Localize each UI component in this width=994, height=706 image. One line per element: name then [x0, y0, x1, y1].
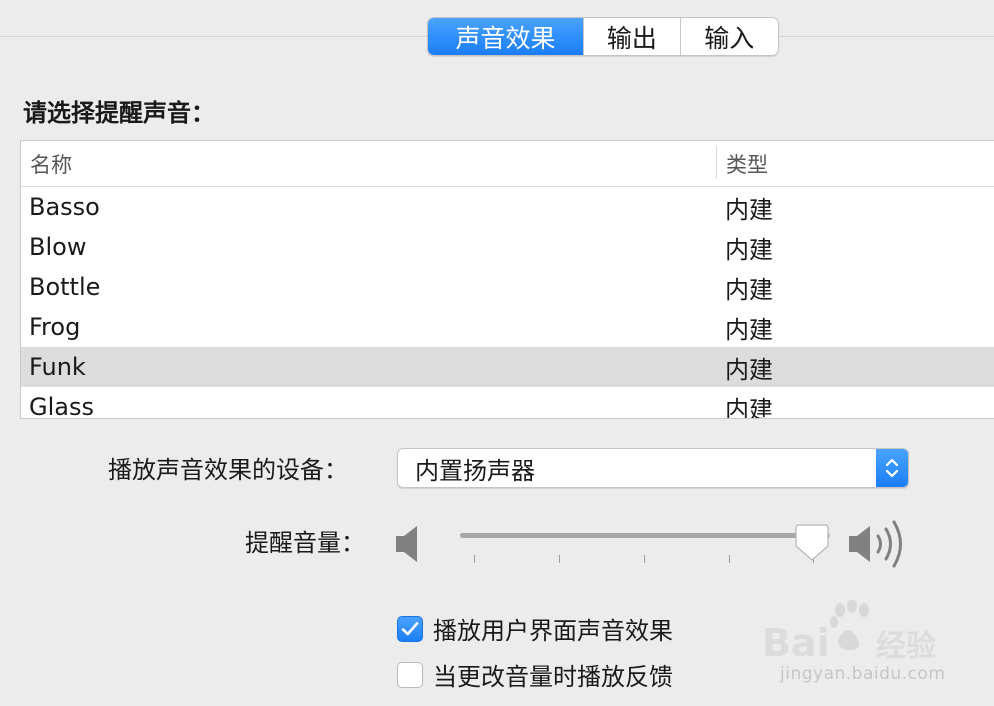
alert-volume-slider[interactable] [460, 520, 830, 568]
svg-text:Bai: Bai [762, 621, 830, 665]
alert-sound-heading: 请选择提醒声音： [23, 99, 215, 127]
table-row-selected[interactable]: Funk 内建 [21, 347, 994, 387]
row-name: Bottle [29, 273, 101, 301]
ui-sound-effects-option[interactable]: 播放用户界面声音效果 [397, 611, 673, 646]
row-type: 内建 [725, 195, 773, 224]
row-name: Glass [29, 393, 94, 419]
ui-sound-effects-label: 播放用户界面声音效果 [433, 617, 673, 645]
row-type: 内建 [725, 355, 773, 384]
slider-tick [644, 555, 645, 563]
table-row[interactable]: Glass 内建 [21, 387, 994, 419]
column-header-name[interactable]: 名称 [30, 141, 72, 186]
slider-tick [559, 555, 560, 563]
output-device-value: 内置扬声器 [415, 456, 535, 485]
tab-input[interactable]: 输入 [679, 18, 778, 55]
watermark-url: jingyan.baidu.com [780, 664, 946, 684]
ui-sound-effects-checkbox[interactable] [397, 615, 423, 642]
row-type: 内建 [725, 235, 773, 264]
table-row[interactable]: Blow 内建 [21, 227, 994, 267]
alert-volume-label: 提醒音量： [245, 529, 365, 557]
row-type: 内建 [725, 315, 773, 344]
popup-stepper[interactable] [876, 449, 908, 487]
tab-segmented-control: 声音效果 输出 输入 [427, 17, 779, 56]
volume-high-icon[interactable] [848, 518, 916, 568]
row-type: 内建 [725, 395, 773, 419]
checkmark-icon [401, 621, 419, 635]
tab-output[interactable]: 输出 [583, 18, 679, 55]
chevron-up-down-icon [885, 458, 899, 478]
table-row[interactable]: Frog 内建 [21, 307, 994, 347]
volume-low-icon[interactable] [395, 524, 423, 564]
slider-tick [729, 555, 730, 563]
output-device-label: 播放声音效果的设备： [108, 456, 348, 484]
slider-thumb[interactable] [794, 524, 829, 562]
volume-feedback-option[interactable]: 当更改音量时播放反馈 [397, 657, 673, 692]
table-header: 名称 类型 [21, 141, 994, 187]
row-type: 内建 [725, 275, 773, 304]
row-name: Frog [29, 313, 81, 341]
tab-sound-effects[interactable]: 声音效果 [428, 18, 584, 55]
row-name: Blow [29, 233, 87, 261]
output-device-popup[interactable]: 内置扬声器 [397, 448, 909, 488]
table-row[interactable]: Bottle 内建 [21, 267, 994, 307]
slider-fill [460, 533, 812, 538]
row-name: Basso [29, 193, 100, 221]
table-rows: Basso 内建 Blow 内建 Bottle 内建 Frog 内建 Funk … [21, 187, 994, 419]
alert-sound-table[interactable]: 名称 类型 Basso 内建 Blow 内建 Bottle 内建 Frog 内建… [20, 140, 994, 419]
row-name: Funk [29, 353, 86, 381]
volume-feedback-label: 当更改音量时播放反馈 [433, 663, 673, 691]
column-divider[interactable] [716, 146, 717, 179]
table-row[interactable]: Basso 内建 [21, 187, 994, 227]
column-header-type[interactable]: 类型 [726, 141, 768, 186]
svg-text:经验: 经验 [876, 629, 936, 664]
slider-tick [474, 555, 475, 563]
volume-feedback-checkbox[interactable] [397, 661, 423, 688]
